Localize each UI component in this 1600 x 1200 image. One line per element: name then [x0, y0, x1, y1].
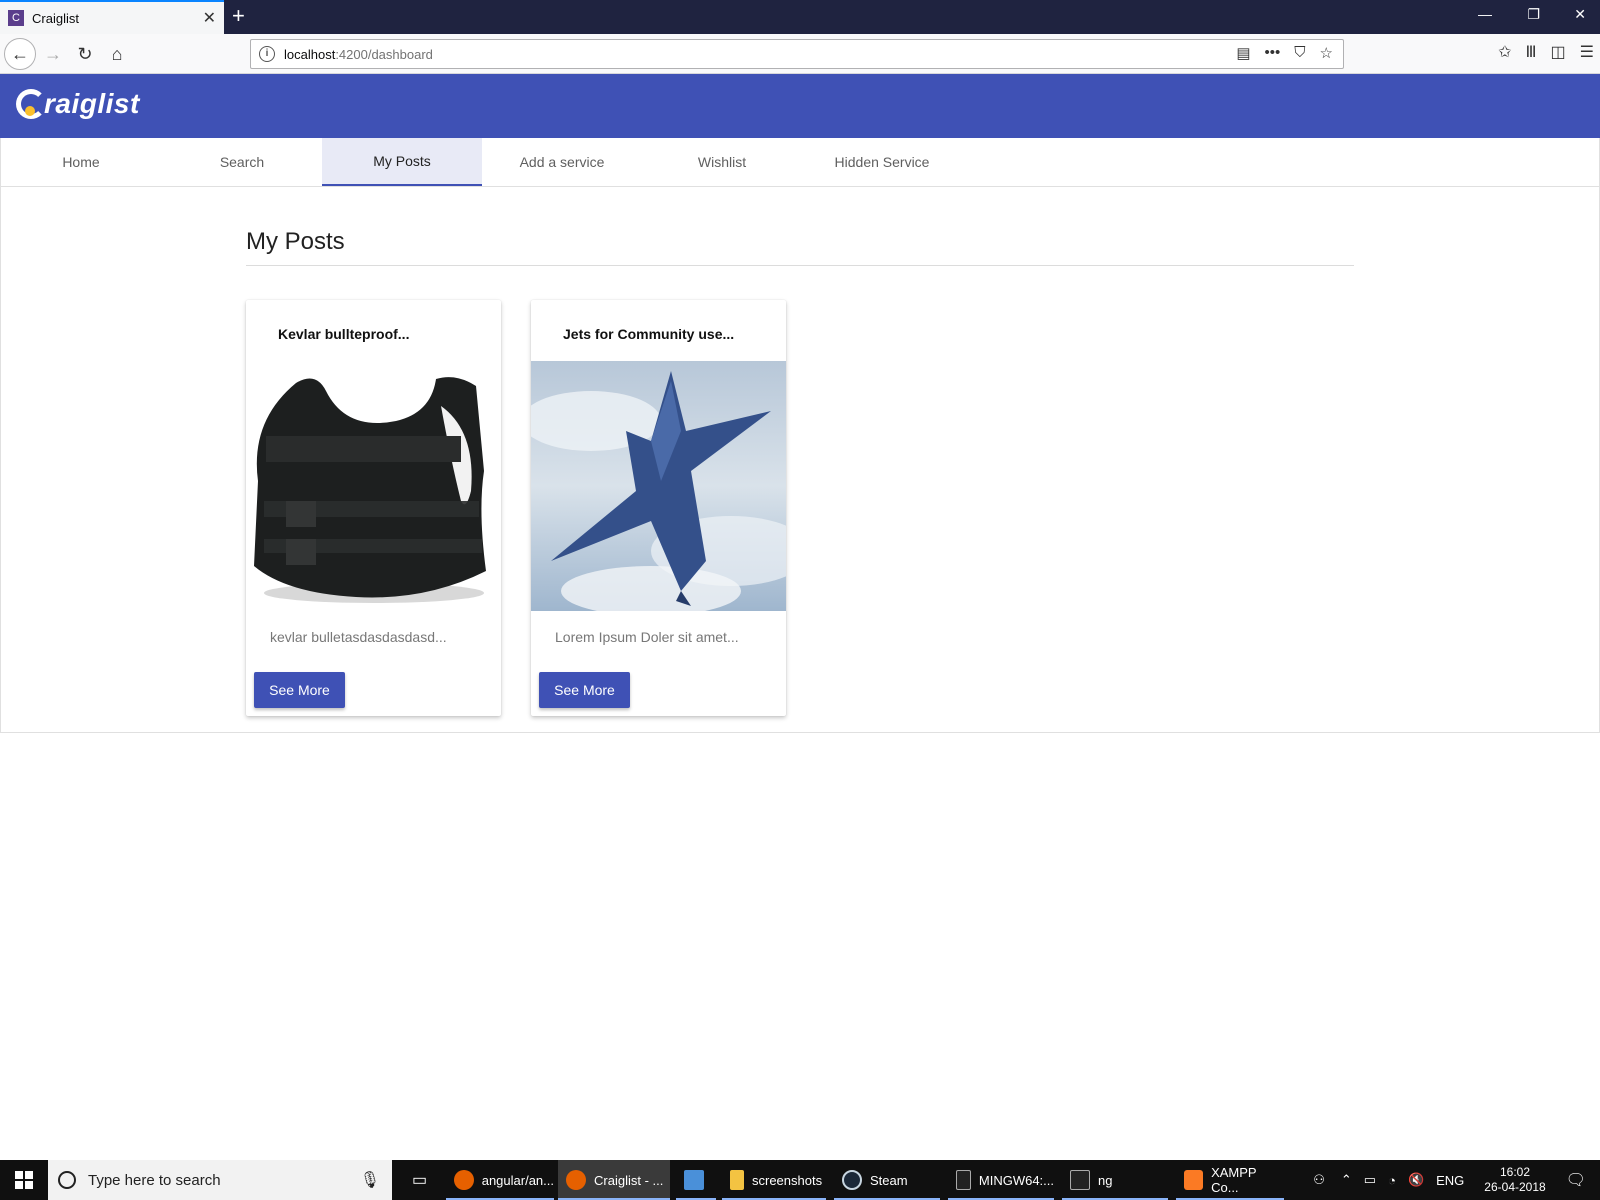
taskbar-item-firefox-craiglist[interactable]: Craiglist - ... [558, 1160, 670, 1200]
close-tab-icon[interactable]: ✕ [203, 8, 216, 28]
taskbar-item-label: XAMPP Co... [1211, 1165, 1257, 1195]
tab-my-posts[interactable]: My Posts [322, 138, 482, 186]
volume-muted-icon[interactable]: 🔇 [1408, 1172, 1424, 1188]
info-icon[interactable]: i [259, 46, 275, 62]
windows-start-icon[interactable] [0, 1160, 48, 1200]
windows-taskbar: Type here to search 🎙 ▭ angular/an... Cr… [0, 1160, 1600, 1200]
library-icon[interactable]: Ⅲ [1526, 42, 1537, 62]
battery-icon[interactable]: ▭ [1364, 1172, 1376, 1188]
favicon-icon: C [8, 10, 24, 26]
minimize-icon[interactable]: — [1478, 6, 1492, 22]
logo-c-icon [16, 89, 46, 119]
taskbar-item-label: screenshots [752, 1172, 823, 1188]
task-view-icon[interactable]: ▭ [404, 1160, 438, 1200]
tab-title: Craiglist [32, 10, 79, 26]
url-bar[interactable]: i localhost:4200/dashboard ▤ ••• ⛉ ☆ [250, 39, 1344, 69]
taskbar-item-label: angular/an... [481, 1172, 554, 1188]
tab-hidden-service[interactable]: Hidden Service [802, 138, 962, 186]
see-more-button[interactable]: See More [254, 672, 345, 708]
page-title: My Posts [246, 228, 345, 255]
home-icon[interactable]: ⌂ [102, 40, 132, 68]
reader-view-icon[interactable]: ▤ [1236, 44, 1250, 62]
clock-date: 26-04-2018 [1484, 1180, 1546, 1194]
app-header: raiglist [0, 74, 1600, 138]
page-actions-icon[interactable]: ••• [1265, 44, 1281, 62]
bulletproof-vest-image [246, 361, 501, 611]
laptop-icon [684, 1170, 704, 1190]
browser-navbar: ← → ↻ ⌂ i localhost:4200/dashboard ▤ •••… [0, 34, 1600, 74]
microphone-icon[interactable]: 🎙 [360, 1170, 380, 1190]
tab-wishlist[interactable]: Wishlist [642, 138, 802, 186]
url-path: :4200/dashboard [335, 47, 433, 62]
pocket-icon[interactable]: ⛉ [1294, 44, 1305, 62]
tab-search[interactable]: Search [162, 138, 322, 186]
divider [246, 265, 1354, 266]
post-card: Jets for Community use... Lorem Ipsum Do… [531, 300, 786, 716]
clock[interactable]: 16:02 26-04-2018 [1484, 1165, 1545, 1195]
post-card: Kevlar bullteproof... kevlar bulletasdas… [246, 300, 501, 716]
chevron-up-icon[interactable]: ⌃ [1341, 1172, 1352, 1188]
taskbar-search-placeholder: Type here to search [88, 1171, 221, 1189]
back-arrow-icon[interactable]: ← [4, 38, 36, 70]
hamburger-menu-icon[interactable]: ☰ [1580, 42, 1594, 62]
taskbar-item-xampp[interactable]: XAMPP Co... [1176, 1160, 1284, 1200]
tab-add-service[interactable]: Add a service [482, 138, 642, 186]
post-description: kevlar bulletasdasdasdasd... [270, 629, 447, 645]
taskbar-item-label: Steam [870, 1172, 908, 1188]
tab-home[interactable]: Home [1, 138, 161, 186]
bookmarks-menu-icon[interactable]: ✩ [1498, 42, 1511, 62]
taskbar-item-label: ng [1098, 1172, 1113, 1188]
browser-tab[interactable]: C Craiglist ✕ [0, 0, 224, 34]
close-window-icon[interactable]: ✕ [1574, 6, 1586, 23]
taskbar-item-steam[interactable]: Steam [834, 1160, 940, 1200]
notifications-icon[interactable]: 🗨 [1566, 1170, 1586, 1190]
taskbar-item-firefox-angular[interactable]: angular/an... [446, 1160, 554, 1200]
cortana-icon [58, 1171, 76, 1189]
language-indicator[interactable]: ENG [1436, 1173, 1464, 1188]
browser-titlebar: C Craiglist ✕ + — ❐ ✕ [0, 0, 1600, 34]
taskbar-search[interactable]: Type here to search 🎙 [48, 1160, 392, 1200]
taskbar-item-ng[interactable]: ng [1062, 1160, 1168, 1200]
taskbar-item-label: MINGW64:... [978, 1172, 1054, 1188]
sidebar-icon[interactable]: ◫ [1551, 42, 1566, 62]
taskbar-item-explorer[interactable]: screenshots [722, 1160, 826, 1200]
see-more-button[interactable]: See More [539, 672, 630, 708]
clock-time: 16:02 [1499, 1165, 1530, 1179]
post-title: Jets for Community use... [563, 326, 735, 342]
restore-icon[interactable]: ❐ [1527, 6, 1540, 23]
system-tray: ⚇ ⌃ ▭ ◔ 🔇 ENG 16:02 26-04-2018 🗨 [1303, 1160, 1600, 1200]
folder-icon [730, 1170, 744, 1190]
new-tab-icon[interactable]: + [232, 4, 245, 28]
nav-tabs: Home Search My Posts Add a service Wishl… [0, 138, 1600, 187]
craiglist-logo[interactable]: raiglist [16, 88, 140, 120]
firefox-icon [566, 1170, 586, 1190]
post-description: Lorem Ipsum Doler sit amet... [555, 629, 739, 645]
taskbar-item-app[interactable] [676, 1160, 716, 1200]
logo-text: raiglist [44, 88, 140, 119]
bookmark-star-icon[interactable]: ☆ [1320, 44, 1333, 62]
terminal-icon [1070, 1170, 1090, 1190]
content-area [0, 187, 1600, 733]
url-host: localhost [284, 47, 336, 62]
taskbar-item-mingw[interactable]: MINGW64:... [948, 1160, 1054, 1200]
firefox-icon [454, 1170, 474, 1190]
taskbar-item-label: Craiglist - ... [594, 1172, 664, 1188]
fighter-jet-image [531, 361, 786, 611]
people-icon[interactable]: ⚇ [1313, 1172, 1325, 1188]
reload-icon[interactable]: ↻ [70, 40, 100, 68]
xampp-icon [1184, 1170, 1204, 1190]
steam-icon [842, 1170, 862, 1190]
terminal-icon [956, 1170, 971, 1190]
url-text[interactable]: localhost:4200/dashboard [284, 47, 433, 62]
post-title: Kevlar bullteproof... [278, 326, 410, 342]
forward-arrow-icon[interactable]: → [38, 40, 68, 68]
wifi-icon[interactable]: ◔ [1388, 1173, 1396, 1188]
